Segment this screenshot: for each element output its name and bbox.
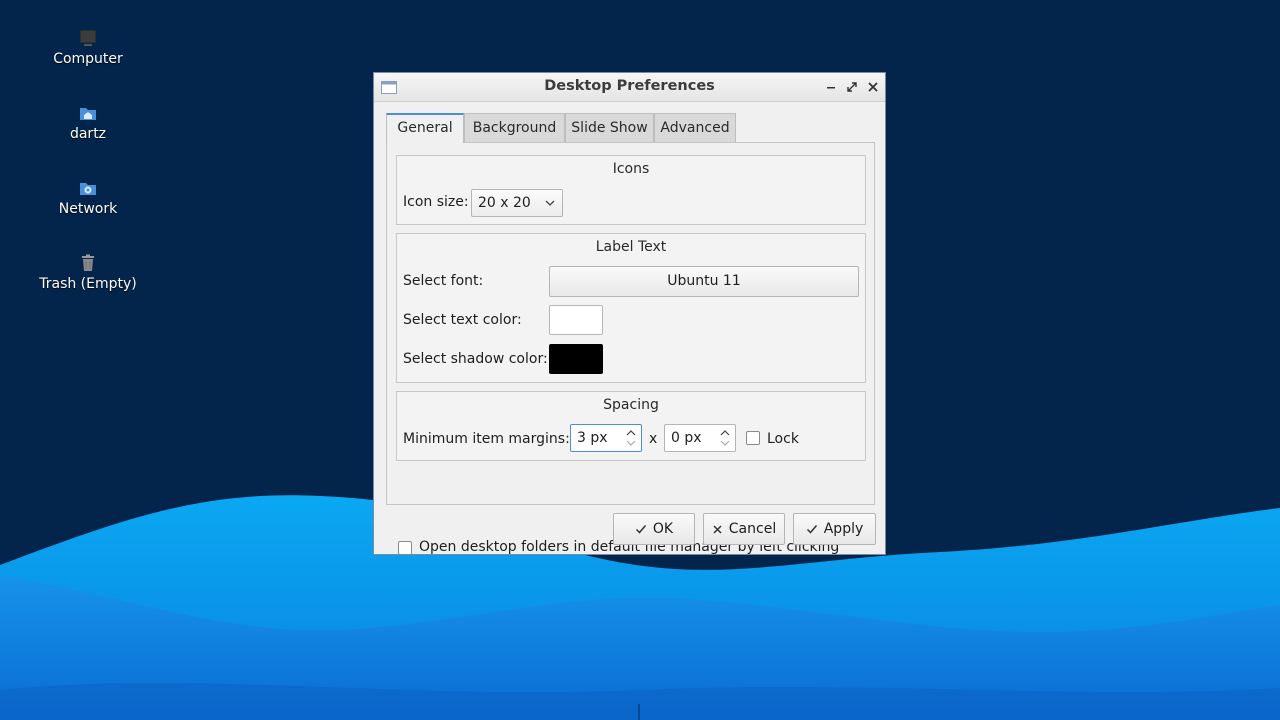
desktop-icon-label: dartz [69, 126, 107, 142]
desktop-icon-label: Network [58, 201, 118, 217]
select-shadow-color-label: Select shadow color: [403, 351, 548, 367]
margin-y-spinbox[interactable]: 0 px [664, 424, 736, 452]
tab-general[interactable]: General [386, 113, 464, 143]
desktop-preferences-window: Desktop Preferences General Background S… [373, 72, 886, 555]
maximize-icon[interactable] [844, 79, 860, 95]
apply-label: Apply [823, 521, 864, 537]
lock-label: Lock [767, 431, 799, 447]
icons-group: Icons Icon size: 20 x 20 [396, 155, 866, 225]
icon-size-label: Icon size: [403, 194, 469, 210]
margin-separator: x [649, 431, 658, 447]
margin-x-spinbox[interactable]: 3 px [570, 424, 642, 452]
ok-label: OK [652, 521, 674, 537]
close-icon[interactable] [865, 79, 881, 95]
close-icon [713, 524, 722, 534]
margin-y-value: 0 px [671, 430, 702, 446]
computer-icon [80, 30, 96, 46]
home-folder-icon [80, 108, 96, 120]
window-title: Desktop Preferences [544, 78, 715, 94]
icons-group-title: Icons [612, 161, 650, 177]
trash-icon [82, 254, 94, 271]
text-color-swatch[interactable] [549, 305, 603, 335]
select-font-button[interactable]: Ubuntu 11 [549, 266, 859, 297]
shadow-color-swatch[interactable] [549, 344, 603, 374]
spacing-group-title: Spacing [603, 397, 659, 413]
checkmark-icon [635, 525, 646, 534]
minimum-item-margins-label: Minimum item margins: [403, 431, 570, 447]
ok-button[interactable]: OK [613, 513, 695, 545]
cancel-button[interactable]: Cancel [703, 513, 785, 545]
chevron-down-icon [545, 200, 555, 206]
desktop-icon-computer[interactable]: Computer [23, 28, 153, 67]
lock-checkbox[interactable] [746, 431, 760, 445]
label-text-group: Label Text Select font: Ubuntu 11 Select… [396, 233, 866, 383]
cancel-label: Cancel [728, 521, 777, 537]
spin-arrows-icon[interactable] [625, 428, 637, 448]
network-folder-icon [80, 183, 96, 195]
spacing-group: Spacing Minimum item margins: 3 px x 0 p… [396, 391, 866, 461]
icon-size-value: 20 x 20 [478, 195, 531, 211]
desktop-icon-network[interactable]: Network [23, 178, 153, 217]
select-font-label: Select font: [403, 273, 484, 289]
icon-size-select[interactable]: 20 x 20 [471, 189, 563, 217]
margin-x-value: 3 px [577, 430, 608, 446]
tab-advanced[interactable]: Advanced [654, 113, 736, 142]
desktop-icon-home[interactable]: dartz [23, 103, 153, 142]
minimize-icon[interactable] [823, 79, 839, 95]
general-tab-panel: Icons Icon size: 20 x 20 Label Text Sele… [386, 142, 875, 555]
spin-arrows-icon[interactable] [719, 428, 731, 448]
title-bar[interactable]: Desktop Preferences [374, 73, 885, 102]
apply-button[interactable]: Apply [793, 513, 876, 545]
desktop-icon-trash[interactable]: Trash (Empty) [23, 253, 153, 292]
label-text-group-title: Label Text [595, 239, 667, 255]
select-text-color-label: Select text color: [403, 312, 522, 328]
tab-slide-show[interactable]: Slide Show [565, 113, 654, 142]
tab-background[interactable]: Background [464, 113, 565, 142]
desktop-icon-label: Computer [53, 51, 123, 67]
checkmark-icon [806, 525, 817, 534]
desktop-icon-label: Trash (Empty) [39, 276, 137, 292]
open-folders-checkbox[interactable] [398, 541, 412, 555]
